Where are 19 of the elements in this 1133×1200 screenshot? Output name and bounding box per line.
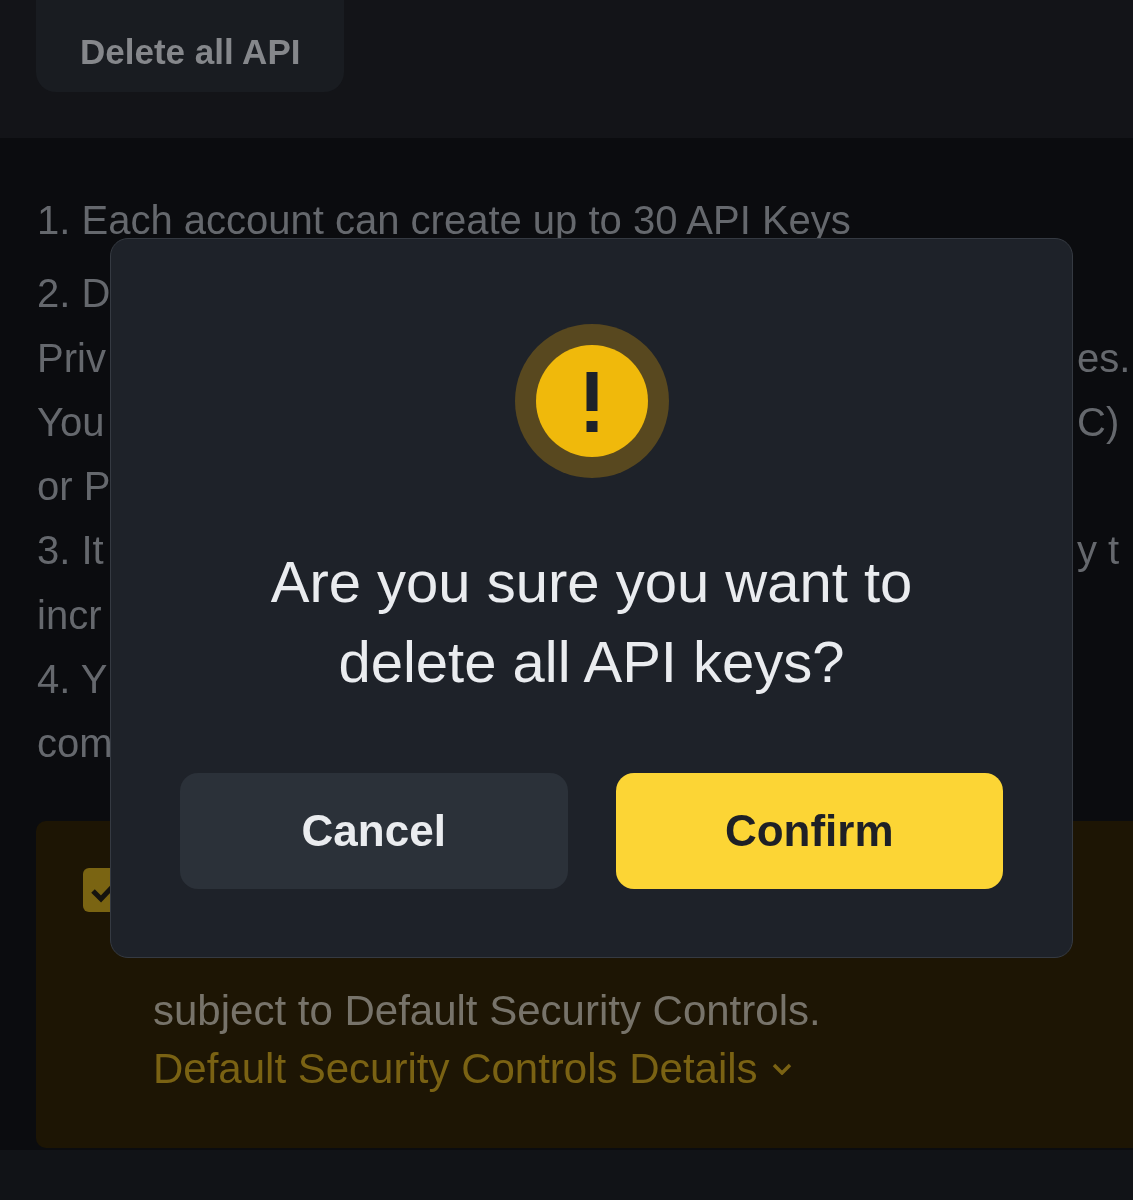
note-text: C) [1077, 398, 1120, 446]
note-text: es. [1077, 334, 1131, 382]
note-text: incr [37, 591, 102, 639]
confirm-button[interactable]: Confirm [615, 773, 1003, 889]
note-text: You [37, 398, 105, 446]
note-text: com [37, 720, 113, 768]
delete-all-button[interactable]: Delete all API [36, 0, 344, 92]
note-text: 3. It [37, 527, 104, 575]
note-text: y t [1077, 527, 1120, 575]
warning-icon [514, 324, 669, 478]
dialog-title: Are you sure you want to delete all API keys? [269, 548, 914, 696]
note-text: or P [37, 463, 111, 511]
cancel-button[interactable]: Cancel [180, 773, 568, 889]
notice-text: subject to Default Security Controls. [153, 985, 821, 1036]
chevron-down-icon [771, 1062, 792, 1075]
note-text: Priv [37, 334, 106, 382]
note-text: 4. Y [37, 656, 108, 704]
note-text: 2. D [37, 270, 111, 318]
note-text: 1. Each account can create up to 30 API Keys [37, 197, 851, 244]
